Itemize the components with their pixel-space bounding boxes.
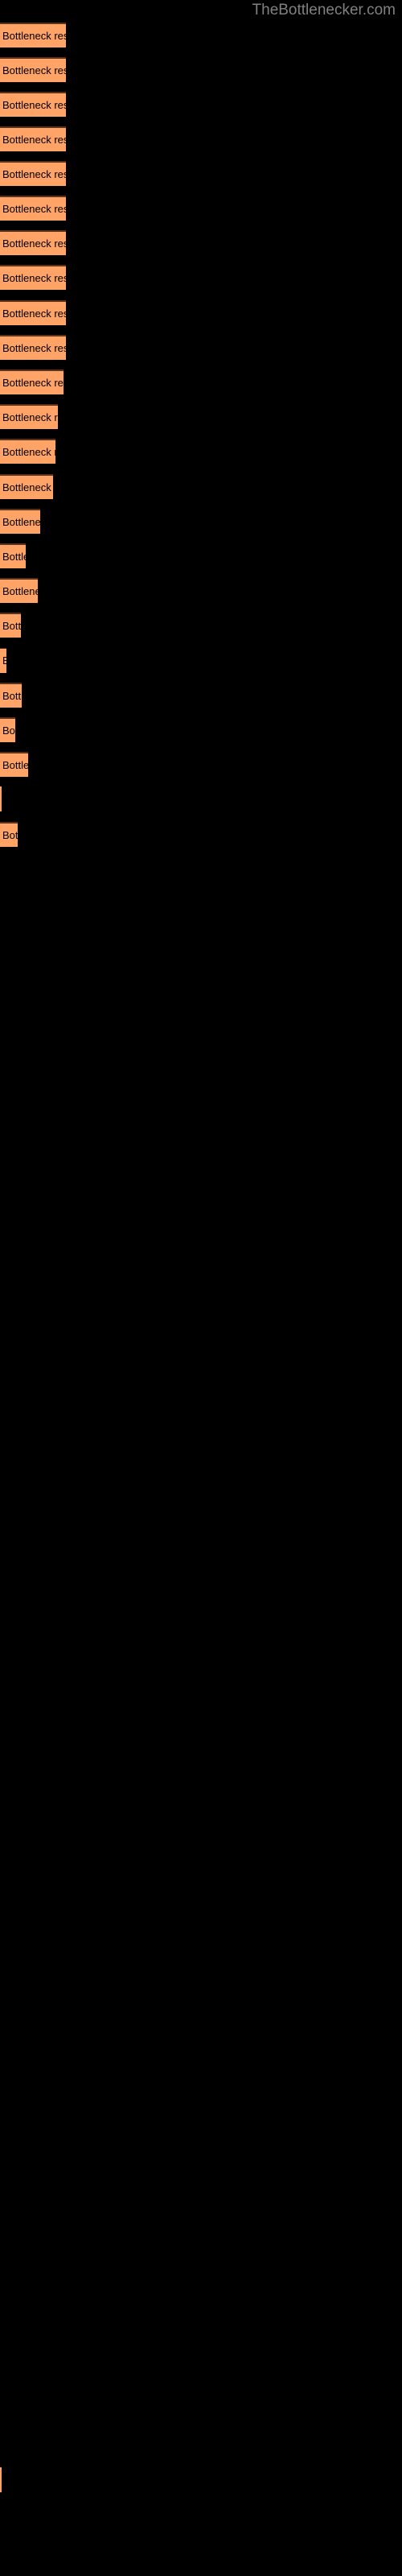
- bottleneck-result-bar[interactable]: Bottleneck result: [0, 92, 66, 117]
- bar-row: Bottleneck result: [0, 648, 402, 673]
- bar-label: Bottleneck result: [2, 99, 66, 111]
- bar-label: Bottleneck result: [2, 203, 66, 215]
- bar-row: Bottleneck result: [0, 335, 402, 360]
- bar-label: Bottleneck result: [2, 237, 66, 250]
- bar-label: Bottleneck result: [2, 377, 64, 389]
- bar-row: Bottleneck result: [0, 752, 402, 777]
- bar-row: Bottleneck result: [0, 717, 402, 742]
- bar-row: Bottleneck result: [0, 161, 402, 186]
- bottleneck-result-bar[interactable]: Bottleneck result: [0, 2467, 2, 2492]
- bottleneck-bar-chart: Bottleneck result Bottleneck result Bottle…: [0, 0, 402, 2576]
- bottleneck-result-bar[interactable]: Bottleneck result: [0, 717, 15, 742]
- bar-label: Bottleneck result: [2, 724, 15, 737]
- bottleneck-result-bar[interactable]: Bottleneck result: [0, 683, 22, 708]
- bottleneck-result-bar[interactable]: Bottleneck result: [0, 300, 66, 325]
- bar-row: Bottleneck result: [0, 2467, 402, 2492]
- page-root: TheBottlenecker.com Bottleneck resultBot…: [0, 0, 402, 2576]
- bar-row: Bottleneck result: [0, 230, 402, 255]
- bar-label: Bottleneck result: [2, 342, 66, 354]
- bottleneck-result-bar[interactable]: Bottleneck result: [0, 578, 38, 603]
- bottleneck-result-bar[interactable]: Bottleneck result: [0, 57, 66, 82]
- bottleneck-result-bar[interactable]: Bottleneck result: [0, 752, 28, 777]
- bottleneck-result-bar[interactable]: Bottleneck result: [0, 161, 66, 186]
- bottleneck-result-bar[interactable]: Bottleneck result: [0, 335, 66, 360]
- bar-label: Bottleneck result: [2, 64, 66, 76]
- bar-row: Bottleneck result: [0, 683, 402, 708]
- bar-label: Bottleneck result: [2, 30, 66, 42]
- bar-label: Bottleneck result: [2, 134, 66, 146]
- bottleneck-result-bar[interactable]: Bottleneck result: [0, 822, 18, 847]
- bar-label: Bottleneck result: [2, 690, 22, 702]
- bar-label: Bottleneck result: [2, 649, 6, 672]
- bar-row: Bottleneck result: [0, 57, 402, 82]
- bottleneck-result-bar[interactable]: Bottleneck result: [0, 509, 40, 534]
- bottleneck-result-bar[interactable]: Bottleneck result: [0, 230, 66, 255]
- bar-label: Bottleneck result: [2, 620, 21, 632]
- bar-row: Bottleneck result: [0, 196, 402, 221]
- bar-row: Bottleneck result: [0, 613, 402, 638]
- bar-label: Bottleneck result: [2, 551, 26, 563]
- bar-row: Bottleneck result: [0, 92, 402, 117]
- bar-label: Bottleneck result: [2, 516, 40, 528]
- bar-label: Bottleneck result: [2, 759, 28, 771]
- bottleneck-result-bar[interactable]: Bottleneck result: [0, 23, 66, 47]
- bottleneck-result-bar[interactable]: Bottleneck result: [0, 404, 58, 429]
- bar-row: Bottleneck result: [0, 369, 402, 394]
- bar-row: Bottleneck result: [0, 404, 402, 429]
- bar-row: Bottleneck result: [0, 509, 402, 534]
- bar-label: Bottleneck result: [2, 446, 55, 458]
- bar-row: Bottleneck result: [0, 474, 402, 499]
- bar-label: Bottleneck result: [2, 411, 58, 423]
- bottleneck-result-bar[interactable]: Bottleneck result: [0, 126, 66, 151]
- bar-row: Bottleneck result: [0, 822, 402, 847]
- bar-label: Bottleneck result: [2, 272, 66, 284]
- bar-row: Bottleneck result: [0, 265, 402, 290]
- bar-row: Bottleneck result: [0, 578, 402, 603]
- bar-row: Bottleneck result: [0, 543, 402, 568]
- bar-row: Bottleneck result: [0, 23, 402, 47]
- bar-row: Bottleneck result: [0, 786, 402, 811]
- bottleneck-result-bar[interactable]: Bottleneck result: [0, 369, 64, 394]
- bottleneck-result-bar[interactable]: Bottleneck result: [0, 439, 55, 464]
- bar-row: Bottleneck result: [0, 126, 402, 151]
- bar-label: Bottleneck result: [2, 829, 18, 841]
- bottleneck-result-bar[interactable]: Bottleneck result: [0, 543, 26, 568]
- bar-label: Bottleneck result: [2, 481, 53, 493]
- bar-label: Bottleneck result: [2, 168, 66, 180]
- bar-row: Bottleneck result: [0, 300, 402, 325]
- bar-row: Bottleneck result: [0, 439, 402, 464]
- bottleneck-result-bar[interactable]: Bottleneck result: [0, 613, 21, 638]
- bottleneck-result-bar[interactable]: Bottleneck result: [0, 265, 66, 290]
- bottleneck-result-bar[interactable]: Bottleneck result: [0, 648, 6, 673]
- bottleneck-result-bar[interactable]: Bottleneck result: [0, 474, 53, 499]
- bottleneck-result-bar[interactable]: Bottleneck result: [0, 196, 66, 221]
- bar-label: Bottleneck result: [2, 308, 66, 320]
- bottleneck-result-bar[interactable]: Bottleneck result: [0, 786, 2, 811]
- bar-label: Bottleneck result: [2, 585, 38, 597]
